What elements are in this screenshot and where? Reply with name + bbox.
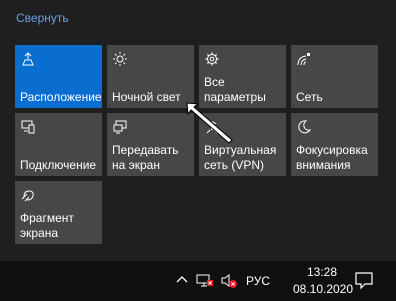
connect-icon <box>21 120 35 134</box>
action-center-panel: Свернуть Расположение Ночной свет Все па… <box>0 0 396 261</box>
network-icon <box>297 53 310 66</box>
project-icon <box>113 120 127 134</box>
tile-label: Фокусировка внимания <box>296 143 368 172</box>
night-light-icon <box>113 52 127 66</box>
tile-snip[interactable]: Фрагмент экрана <box>15 181 102 244</box>
tile-label: Ночной свет <box>112 90 181 104</box>
tile-label: Сеть <box>296 90 323 104</box>
volume-muted-icon[interactable] <box>220 273 238 289</box>
snip-icon <box>21 190 34 202</box>
taskbar: РУС 13:28 08.10.2020 <box>0 261 396 301</box>
gear-icon <box>205 52 219 66</box>
tile-focus-assist[interactable]: Фокусировка внимания <box>291 113 378 176</box>
tile-night-light[interactable]: Ночной свет <box>107 45 194 108</box>
location-icon <box>22 52 34 66</box>
tile-label: Виртуальная сеть (VPN) <box>204 143 277 172</box>
clock-time[interactable]: 13:28 <box>297 265 347 279</box>
tile-network[interactable]: Сеть <box>291 45 378 108</box>
tile-label: Расположение <box>20 90 102 104</box>
tile-location[interactable]: Расположение <box>15 45 102 108</box>
chevron-up-icon[interactable] <box>175 272 189 286</box>
tile-label: Подключение <box>20 158 97 172</box>
tile-all-settings[interactable]: Все параметры <box>199 45 286 108</box>
focus-assist-icon <box>298 120 311 134</box>
tile-label: Фрагмент экрана <box>20 211 74 240</box>
collapse-link[interactable]: Свернуть <box>16 11 69 25</box>
tile-connect[interactable]: Подключение <box>15 113 102 176</box>
clock-date[interactable]: 08.10.2020 <box>292 282 354 296</box>
tile-project[interactable]: Передавать на экран <box>107 113 194 176</box>
input-language-indicator[interactable]: РУС <box>246 274 270 288</box>
notification-center-icon[interactable] <box>353 269 375 291</box>
network-status-icon[interactable] <box>196 273 214 289</box>
tile-label: Передавать на экран <box>112 143 179 172</box>
mouse-pointer-icon <box>186 102 233 144</box>
